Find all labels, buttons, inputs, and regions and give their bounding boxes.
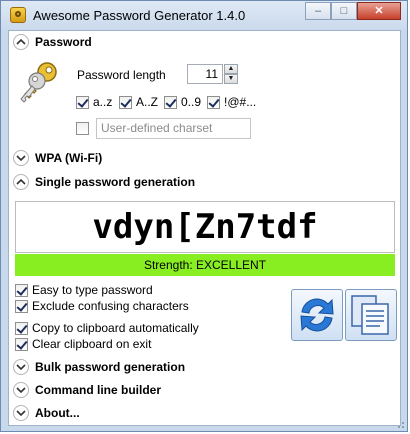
minimize-button[interactable]: – xyxy=(305,2,331,20)
option-exclude-confusing-label: Exclude confusing characters xyxy=(32,299,189,313)
title-bar[interactable]: Awesome Password Generator 1.4.0 – □ ✕ xyxy=(1,1,407,29)
checkbox-uppercase[interactable] xyxy=(119,95,132,109)
window-controls: – □ ✕ xyxy=(305,2,401,20)
chevron-down-icon[interactable] xyxy=(13,359,29,375)
chevron-down-icon[interactable] xyxy=(13,382,29,398)
password-length-stepper[interactable]: 11 ▲ ▼ xyxy=(187,64,238,84)
spin-up-arrow-icon[interactable]: ▲ xyxy=(224,64,238,74)
section-password-header[interactable]: Password xyxy=(9,32,400,54)
option-clear-clipboard[interactable]: Clear clipboard on exit xyxy=(15,337,151,351)
checkbox-symbols[interactable] xyxy=(207,95,220,109)
section-wpa-label: WPA (Wi-Fi) xyxy=(35,151,103,165)
password-length-input[interactable]: 11 xyxy=(187,64,223,84)
option-exclude-confusing[interactable]: Exclude confusing characters xyxy=(15,299,189,313)
charset-symbols-label: !@#... xyxy=(224,95,257,109)
option-clear-clipboard-label: Clear clipboard on exit xyxy=(32,337,152,351)
charset-digits-label: 0..9 xyxy=(181,95,202,109)
user-defined-charset-toggle[interactable] xyxy=(76,122,93,135)
app-window: Awesome Password Generator 1.4.0 – □ ✕ P… xyxy=(0,0,408,432)
option-easy-to-type[interactable]: Easy to type password xyxy=(15,283,153,297)
spin-down-arrow-icon[interactable]: ▼ xyxy=(224,74,238,84)
option-copy-clipboard[interactable]: Copy to clipboard automatically xyxy=(15,321,199,335)
option-copy-clipboard-label: Copy to clipboard automatically xyxy=(32,321,199,335)
charset-uppercase-label: A..Z xyxy=(136,95,159,109)
refresh-icon xyxy=(300,298,334,332)
checkbox-user-defined[interactable] xyxy=(76,122,89,135)
section-about-header[interactable]: About... xyxy=(9,403,400,425)
copy-icon xyxy=(351,295,389,335)
user-defined-charset-input[interactable]: User-defined charset xyxy=(96,118,251,139)
app-icon xyxy=(10,7,26,23)
charset-lowercase[interactable]: a..z xyxy=(76,95,112,109)
chevron-up-icon[interactable] xyxy=(13,34,29,50)
copy-button[interactable] xyxy=(345,289,397,341)
chevron-down-icon[interactable] xyxy=(13,150,29,166)
chevron-down-icon[interactable] xyxy=(13,405,29,421)
charset-symbols[interactable]: !@#... xyxy=(207,95,256,109)
strength-indicator: Strength: EXCELLENT xyxy=(15,254,395,276)
close-button[interactable]: ✕ xyxy=(357,2,401,20)
section-password-label: Password xyxy=(35,35,92,49)
section-about-label: About... xyxy=(35,406,80,420)
generated-password[interactable]: vdyn[Zn7tdf xyxy=(15,201,395,253)
charset-digits[interactable]: 0..9 xyxy=(164,95,201,109)
checkbox-exclude-confusing[interactable] xyxy=(15,299,28,313)
charset-uppercase[interactable]: A..Z xyxy=(119,95,158,109)
section-cli-label: Command line builder xyxy=(35,383,162,397)
maximize-button[interactable]: □ xyxy=(331,2,357,20)
password-length-label: Password length xyxy=(77,68,166,82)
checkbox-clear-clipboard[interactable] xyxy=(15,337,28,351)
section-cli-header[interactable]: Command line builder xyxy=(9,380,400,402)
checkbox-lowercase[interactable] xyxy=(76,95,89,109)
charset-lowercase-label: a..z xyxy=(93,95,113,109)
section-wpa-header[interactable]: WPA (Wi-Fi) xyxy=(9,148,400,170)
checkbox-digits[interactable] xyxy=(164,95,177,109)
generate-button[interactable] xyxy=(291,289,343,341)
section-bulk-header[interactable]: Bulk password generation xyxy=(9,357,400,379)
chevron-up-icon[interactable] xyxy=(13,174,29,190)
window-title: Awesome Password Generator 1.4.0 xyxy=(33,8,246,23)
section-bulk-label: Bulk password generation xyxy=(35,360,186,374)
checkbox-copy-clipboard[interactable] xyxy=(15,321,28,335)
section-single-header[interactable]: Single password generation xyxy=(9,172,400,194)
checkbox-easy-to-type[interactable] xyxy=(15,283,28,297)
resize-grip-icon[interactable] xyxy=(395,419,405,429)
keys-icon xyxy=(20,62,57,103)
section-single-label: Single password generation xyxy=(35,175,196,189)
option-easy-to-type-label: Easy to type password xyxy=(32,283,153,297)
main-panel: Password Password length 11 ▲ ▼ a..z A..… xyxy=(8,30,401,426)
